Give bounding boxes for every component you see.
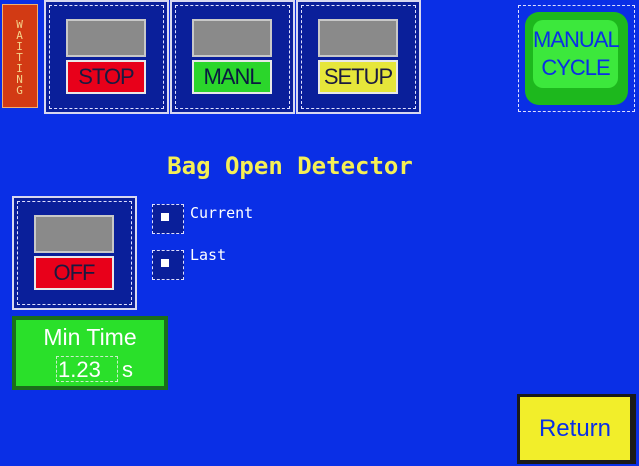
hmi-screen: WAITING STOP MANL SETUP MANUAL CYCLE Bag… xyxy=(0,0,639,466)
manual-cycle-panel: MANUAL CYCLE xyxy=(518,5,635,112)
min-time-value[interactable]: 1.23 xyxy=(58,357,101,383)
manual-cycle-label: MANUAL CYCLE xyxy=(533,20,620,88)
detector-state-panel: OFF xyxy=(12,196,137,310)
current-indicator-light xyxy=(161,213,169,221)
manual-cycle-line1: MANUAL xyxy=(533,27,620,52)
last-indicator-light xyxy=(161,259,169,267)
stop-mode-panel: STOP xyxy=(44,0,169,114)
last-indicator xyxy=(152,250,184,280)
return-label: Return xyxy=(520,397,630,460)
detector-toggle-button[interactable]: OFF xyxy=(34,256,114,290)
setup-mode-panel: SETUP xyxy=(296,0,421,114)
manual-cycle-line2: CYCLE xyxy=(541,55,610,80)
manual-status-lamp xyxy=(192,19,272,57)
min-time-label: Min Time xyxy=(43,324,137,350)
manual-button[interactable]: MANL xyxy=(192,60,272,94)
min-time-display: Min Time 1.23 s xyxy=(16,320,164,386)
page-title: Bag Open Detector xyxy=(167,152,413,180)
min-time-unit: s xyxy=(122,357,133,382)
current-indicator xyxy=(152,204,184,234)
min-time-panel: Min Time 1.23 s xyxy=(12,316,168,390)
manual-cycle-button[interactable]: MANUAL CYCLE xyxy=(525,12,628,105)
setup-status-lamp xyxy=(318,19,398,57)
setup-button[interactable]: SETUP xyxy=(318,60,398,94)
last-indicator-label: Last xyxy=(190,246,227,264)
stop-status-lamp xyxy=(66,19,146,57)
detector-status-lamp xyxy=(34,215,114,253)
current-indicator-label: Current xyxy=(190,204,254,222)
return-button[interactable]: Return xyxy=(517,394,636,464)
status-indicator: WAITING xyxy=(2,4,38,108)
status-strip: WAITING xyxy=(0,0,44,115)
manual-mode-panel: MANL xyxy=(170,0,295,114)
stop-button[interactable]: STOP xyxy=(66,60,146,94)
